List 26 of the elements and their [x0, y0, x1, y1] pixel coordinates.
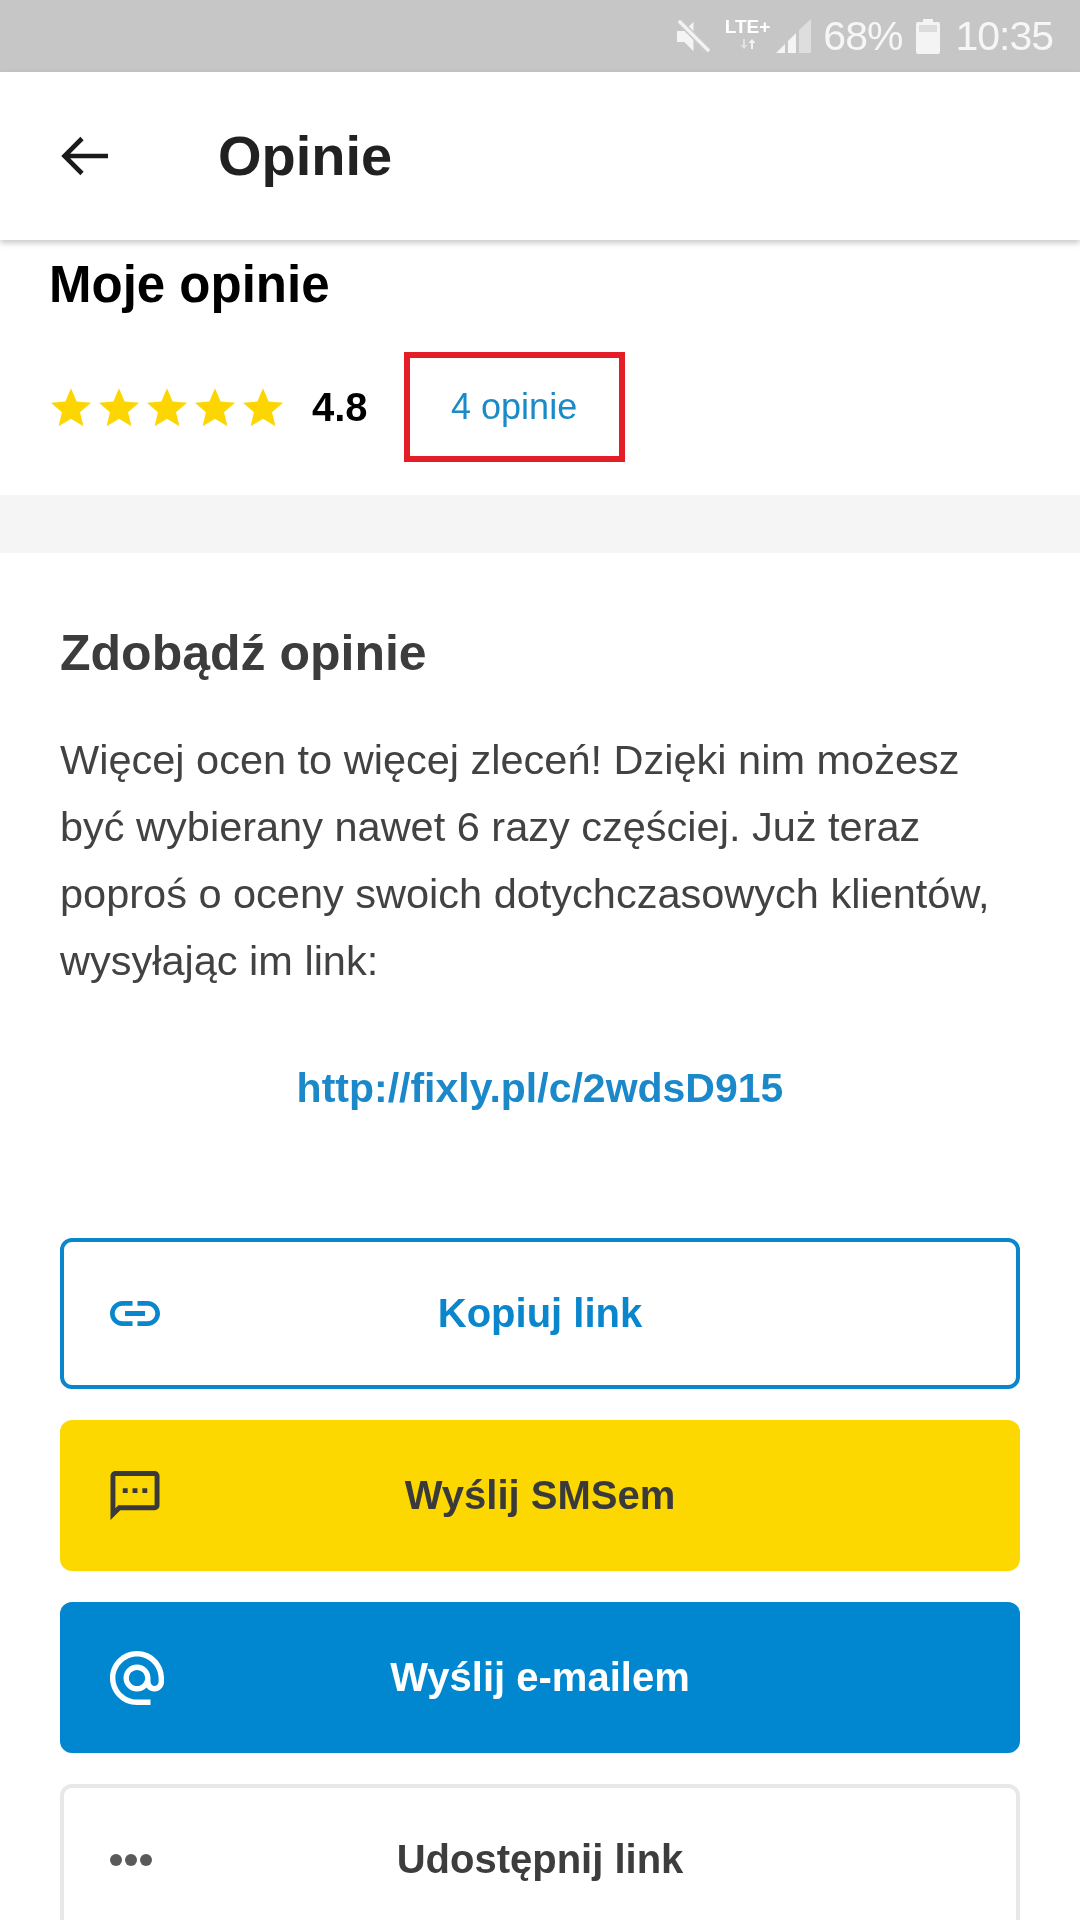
description-text: Więcej ocen to więcej zleceń! Dzięki nim możesz być wybierany nawet 6 razy częściej. Już teraz poproś o oceny swoich dotychczasowych klientów, wysyłając im link:: [60, 735, 991, 986]
review-link[interactable]: http://fixly.pl/c/2wdsD915: [296, 1060, 784, 1116]
star-icon: [243, 387, 283, 427]
star-icon: [99, 387, 139, 427]
rating-value: 4.8: [312, 384, 368, 430]
email-button[interactable]: Wyślij e-mailem: [60, 1602, 1020, 1753]
more-dots-icon: [110, 1853, 152, 1866]
star-icon: [51, 387, 91, 427]
section-heading: Moje opinie: [49, 255, 331, 315]
at-sign-icon: [110, 1650, 164, 1705]
mute-icon: [676, 19, 710, 53]
sms-button[interactable]: Wyślij SMSem: [60, 1420, 1020, 1571]
star-icon: [195, 387, 235, 427]
battery-icon: [916, 18, 941, 54]
link-icon: [110, 1301, 160, 1326]
signal-icon: [776, 19, 812, 53]
screen-title: Opinie: [218, 124, 393, 188]
chat-bubble-icon: [110, 1471, 160, 1520]
reviews-count-link[interactable]: 4 opinie: [451, 386, 578, 428]
share-button[interactable]: Udostępnij link: [60, 1784, 1020, 1920]
back-arrow-icon[interactable]: [59, 135, 110, 177]
data-arrows-icon: [739, 37, 756, 50]
star-icon: [147, 387, 187, 427]
network-type-label: LTE+: [724, 16, 771, 36]
section-heading: Zdobądź opinie: [60, 624, 428, 683]
copy-link-button[interactable]: Kopiuj link: [60, 1238, 1020, 1389]
